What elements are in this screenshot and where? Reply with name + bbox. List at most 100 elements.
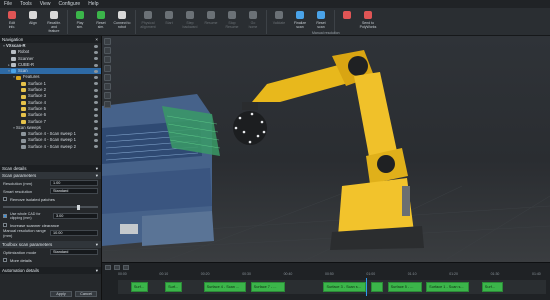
timeline-segment[interactable]: Surf... (165, 282, 183, 292)
main-toolbar: Edit info. Align Recalibr. and feature Play si… (0, 8, 550, 36)
visibility-eye-icon[interactable] (94, 120, 98, 124)
rotate-icon[interactable] (104, 92, 111, 99)
visibility-eye-icon[interactable] (94, 50, 98, 54)
pause-icon[interactable] (114, 264, 120, 270)
align-button[interactable]: Align (23, 10, 43, 36)
resume-button[interactable]: Resume (201, 10, 221, 36)
start-icon (164, 10, 174, 20)
use-cad-checkbox[interactable] (3, 214, 7, 218)
tree-item[interactable]: Surface 4 - Scan sweep 2 (0, 144, 101, 150)
validate-button[interactable]: Validate (269, 10, 289, 36)
3d-viewport[interactable] (102, 36, 550, 262)
apply-button[interactable]: Apply (50, 291, 72, 297)
toolbar-label: Reset scan (316, 21, 326, 29)
connect-robot-button[interactable]: Connect to robot (112, 10, 132, 36)
visibility-eye-icon[interactable] (94, 101, 98, 105)
visibility-eye-icon[interactable] (94, 95, 98, 99)
menu-item-configure[interactable]: Configure (59, 1, 81, 7)
pan-icon[interactable] (104, 83, 111, 90)
play-sim-button[interactable]: Play sim. (70, 10, 90, 36)
toolbar-separator (135, 10, 136, 34)
timeline-segment[interactable]: Surface 3 - Scan s... (323, 282, 367, 292)
visibility-eye-icon[interactable] (94, 57, 98, 61)
visibility-eye-icon[interactable] (94, 76, 98, 80)
cancel-button[interactable]: Cancel (75, 291, 97, 297)
tree-node-icon (21, 94, 26, 99)
visibility-eye-icon[interactable] (94, 88, 98, 92)
resolution-input[interactable]: 1.00 (50, 180, 98, 186)
polyworks-button[interactable]: Send to PolyWorks (358, 10, 378, 36)
menu-item-file[interactable]: File (4, 1, 12, 7)
timeline-playhead[interactable] (366, 278, 368, 296)
timeline-track[interactable]: Surf... Surf... Surface 4 - Scan ... Surfac… (118, 280, 546, 294)
menu-item-view[interactable]: View (40, 1, 51, 7)
manual-resolution-input[interactable]: 10.00 (50, 230, 98, 236)
patch-slider-row (0, 203, 101, 211)
toolbox-parameters-header[interactable]: Toolbox scan parameters ▾ (0, 241, 101, 248)
tree-node-icon (21, 144, 26, 149)
scan-parameters-header[interactable]: Scan parameters ▾ (0, 172, 101, 179)
chevron-down-icon[interactable]: ▾ (96, 241, 98, 248)
manual-resolution-button[interactable] (337, 10, 357, 36)
patch-size-slider[interactable] (3, 204, 98, 210)
visibility-eye-icon[interactable] (94, 82, 98, 86)
stop-icon[interactable] (123, 264, 129, 270)
increase-clearance-checkbox[interactable] (3, 223, 7, 227)
timeline-tick: 00:00 (118, 272, 127, 276)
visibility-eye-icon[interactable] (94, 63, 98, 67)
chevron-down-icon[interactable]: ▾ (96, 165, 98, 172)
measure-icon[interactable] (104, 101, 111, 108)
reset-sim-button[interactable]: Reset sim. (91, 10, 111, 36)
recalibrate-button[interactable]: Recalibr. and feature (44, 10, 64, 36)
edit-info-button[interactable]: Edit info. (2, 10, 22, 36)
slider-knob[interactable] (77, 204, 81, 210)
visibility-eye-icon[interactable] (94, 139, 98, 143)
visibility-eye-icon[interactable] (94, 69, 98, 73)
chevron-down-icon[interactable]: ▾ (96, 172, 98, 179)
view-top-icon[interactable] (104, 38, 111, 45)
more-details-checkbox[interactable] (3, 258, 7, 262)
menu-item-tools[interactable]: Tools (20, 1, 32, 7)
smart-resolution-select[interactable]: Standard (50, 188, 98, 194)
optimization-select[interactable]: Standard (50, 249, 98, 255)
finalize-scan-button[interactable]: Finalize scan (290, 10, 310, 36)
step-backward-button[interactable]: Step backward (180, 10, 200, 36)
smart-resolution-row: Smart resolution Standard (0, 187, 101, 195)
menu-item-help[interactable]: Help (88, 1, 98, 7)
visibility-eye-icon[interactable] (94, 44, 98, 48)
use-cad-input[interactable]: 3.00 (53, 213, 98, 219)
timeline-segment[interactable] (370, 282, 384, 292)
tree-node-icon (21, 113, 26, 118)
visibility-eye-icon[interactable] (94, 107, 98, 111)
view-side-icon[interactable] (104, 56, 111, 63)
timeline-segment[interactable]: Surf... (481, 282, 504, 292)
visibility-eye-icon[interactable] (94, 145, 98, 149)
timeline-segment[interactable]: Surface 7 - ... (250, 282, 285, 292)
timeline-tick: 01:40 (532, 272, 541, 276)
timeline-segment[interactable]: Surface 1 - Scan s... (426, 282, 469, 292)
view-iso-icon[interactable] (104, 65, 111, 72)
remove-patches-checkbox[interactable] (3, 197, 7, 201)
visibility-eye-icon[interactable] (94, 113, 98, 117)
car-model (102, 94, 221, 246)
close-icon[interactable]: × (95, 36, 98, 43)
zoom-fit-icon[interactable] (104, 74, 111, 81)
scan-details-header[interactable]: Scan details ▾ (0, 165, 101, 172)
timeline-segment[interactable]: Surf... (130, 282, 148, 292)
align-icon (28, 10, 38, 20)
visibility-eye-icon[interactable] (94, 132, 98, 136)
go-home-button[interactable]: Go home (243, 10, 263, 36)
view-front-icon[interactable] (104, 47, 111, 54)
chevron-down-icon[interactable]: ▾ (96, 267, 98, 274)
play-icon[interactable] (105, 264, 111, 270)
tree-node-icon (11, 69, 16, 74)
automation-details-header[interactable]: Automation details ▾ (0, 267, 101, 274)
remove-patches-row: Remove isolated patches (0, 195, 101, 203)
visibility-eye-icon[interactable] (94, 126, 98, 130)
timeline-segment[interactable]: Surface 4 - Scan ... (203, 282, 247, 292)
timeline-segment[interactable]: Surface 5 - ... (387, 282, 422, 292)
timeline-controls (102, 263, 550, 271)
stop-resume-button[interactable]: Stop Resume (222, 10, 242, 36)
physical-alignment-button[interactable]: Physical alignment (138, 10, 158, 36)
start-button[interactable]: Start (159, 10, 179, 36)
